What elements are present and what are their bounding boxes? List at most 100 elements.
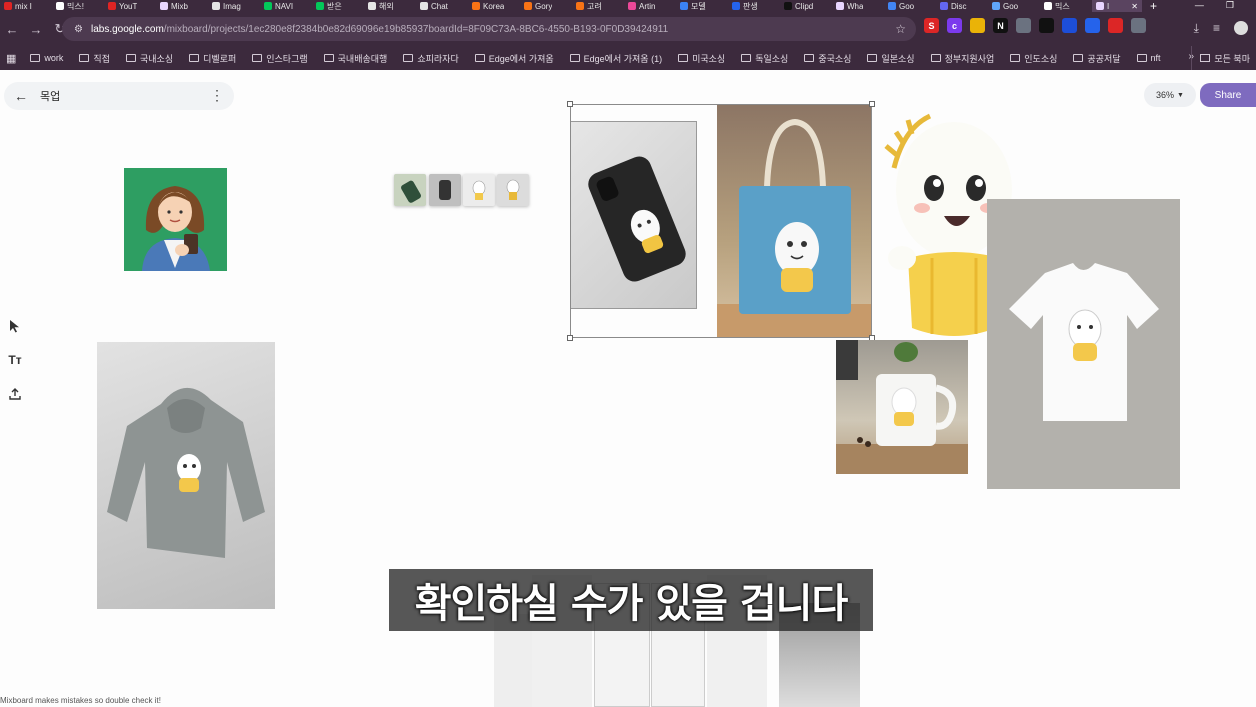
browser-tab[interactable]: Chat	[416, 0, 468, 12]
browser-tab[interactable]: 판생	[728, 0, 780, 12]
tab-favicon-icon	[784, 2, 792, 10]
back-arrow-icon[interactable]: ←	[0, 17, 24, 41]
extension-icon[interactable]	[1131, 18, 1146, 33]
browser-tab[interactable]: 해외	[364, 0, 416, 12]
download-icon[interactable]: ⤓	[1194, 21, 1199, 36]
forward-arrow-icon[interactable]: →	[24, 17, 48, 41]
restore-icon[interactable]: ❐	[1226, 0, 1234, 12]
folder-icon	[403, 54, 414, 62]
bookmark-label: 인도소싱	[1024, 53, 1058, 64]
site-info-icon[interactable]: ⚙	[74, 24, 83, 35]
bookmark-folder[interactable]: 인스타그램	[244, 52, 315, 65]
bookmark-folder[interactable]: Edge에서 가져옴 (1)	[562, 52, 670, 65]
browser-tab[interactable]: 믹스	[1040, 0, 1092, 12]
bookmark-folder[interactable]: 중국소싱	[796, 52, 859, 65]
browser-tab[interactable]: 믹스!	[52, 0, 104, 12]
bookmark-folder[interactable]: 독일소싱	[733, 52, 796, 65]
tab-title: Korea	[483, 1, 505, 11]
extension-icon[interactable]: S	[924, 18, 939, 33]
browser-tab[interactable]: 모델	[676, 0, 728, 12]
extension-icon[interactable]	[1039, 18, 1054, 33]
bookmark-folder[interactable]: 디벨로퍼	[181, 52, 244, 65]
zoom-control[interactable]: 36% ▼	[1144, 83, 1196, 107]
folder-icon	[1136, 54, 1147, 62]
bookmarks-bar: ▦ work 직접 국내소싱 디벨로퍼 인스타그램 국내배송대행 쇼피라자다 Edge에서 가…	[0, 46, 1256, 70]
browser-toolbar: ← → ↻ ⚙ labs.google.com/mixboard/project…	[0, 12, 1256, 46]
bookmark-folder[interactable]: nft	[1129, 52, 1169, 65]
thumbnail-phone-case[interactable]	[394, 174, 426, 206]
extension-icon[interactable]: N	[993, 18, 1008, 33]
tab-title: Gory	[535, 1, 553, 11]
tab-favicon-icon	[992, 2, 1000, 10]
close-tab-icon[interactable]: ✕	[1131, 2, 1138, 11]
bookmark-folder[interactable]: 직접	[71, 52, 118, 65]
resize-handle[interactable]	[869, 101, 875, 107]
new-tab-button[interactable]: +	[1142, 0, 1165, 12]
browser-tab[interactable]: Clipd	[780, 0, 832, 12]
extension-icon[interactable]: c	[947, 18, 962, 33]
project-title[interactable]: 목업	[40, 88, 60, 104]
thumbnail-character-2[interactable]	[497, 174, 529, 206]
browser-tab[interactable]: Imag	[208, 0, 260, 12]
all-bookmarks-button[interactable]: 모든 북마	[1191, 46, 1256, 70]
bookmark-folder[interactable]: 쇼피라자다	[395, 52, 466, 65]
cursor-icon[interactable]	[5, 316, 25, 336]
tab-title: Disc	[951, 1, 967, 11]
reading-list-icon[interactable]: ≡	[1213, 21, 1220, 36]
browser-right-controls: ⤓ ≡	[1194, 21, 1248, 36]
extension-icon[interactable]	[1108, 18, 1123, 33]
bookmark-folder[interactable]: 국내소싱	[118, 52, 181, 65]
thumbnail-phone-case-2[interactable]	[429, 174, 461, 206]
bookmark-folder[interactable]: 미국소싱	[670, 52, 733, 65]
browser-tab[interactable]: 고려	[572, 0, 624, 12]
browser-tab[interactable]: Korea	[468, 0, 520, 12]
bookmark-folder[interactable]: Edge에서 가져옴	[467, 52, 562, 65]
upload-icon[interactable]	[5, 384, 25, 404]
share-button[interactable]: Share	[1200, 83, 1256, 107]
browser-tab[interactable]: 받은	[312, 0, 364, 12]
browser-tab[interactable]: YouT	[104, 0, 156, 12]
browser-tab[interactable]: Goo	[988, 0, 1040, 12]
profile-avatar[interactable]	[1234, 21, 1248, 35]
bookmark-label: Edge에서 가져옴	[488, 53, 554, 64]
browser-tab[interactable]: Wha	[832, 0, 884, 12]
extension-icon[interactable]	[970, 18, 985, 33]
folder-icon	[474, 54, 485, 62]
bookmark-folder[interactable]: 정부지원사업	[923, 52, 1003, 65]
thumbnail-character[interactable]	[463, 174, 495, 206]
browser-tab[interactable]: Mixb	[156, 0, 208, 12]
tab-title: Wha	[847, 1, 864, 11]
browser-tab[interactable]: mix I	[0, 0, 52, 12]
minimize-icon[interactable]: —	[1195, 0, 1204, 12]
resize-handle[interactable]	[567, 101, 573, 107]
browser-tab[interactable]: Disc	[936, 0, 988, 12]
extension-icon[interactable]	[1085, 18, 1100, 33]
mug-mockup-image[interactable]	[836, 340, 968, 474]
browser-tab[interactable]: I ✕	[1092, 0, 1142, 12]
woman-illustration-image[interactable]	[124, 168, 227, 271]
browser-tab[interactable]: Gory	[520, 0, 572, 12]
back-arrow-icon[interactable]: ←	[10, 88, 32, 104]
bookmark-folder[interactable]: 공공저달	[1065, 52, 1128, 65]
more-vert-icon[interactable]: ⋮	[210, 87, 224, 104]
browser-tab[interactable]: NAVI	[260, 0, 312, 12]
tab-favicon-icon	[576, 2, 584, 10]
resize-handle[interactable]	[567, 335, 573, 341]
text-tool-icon[interactable]: Tт	[5, 350, 25, 370]
bookmark-folder[interactable]: 일본소싱	[859, 52, 922, 65]
browser-tab[interactable]: Artin	[624, 0, 676, 12]
address-bar[interactable]: ⚙ labs.google.com/mixboard/projects/1ec2…	[62, 17, 916, 41]
folder-icon	[867, 54, 878, 62]
browser-tab-strip: mix I 믹스! YouT Mixb Imag NAVI 받은 해외 Chat Korea Gor…	[0, 0, 1256, 12]
extension-icon[interactable]	[1016, 18, 1031, 33]
bookmark-folder[interactable]: 국내배송대행	[316, 52, 396, 65]
extension-icon[interactable]	[1062, 18, 1077, 33]
bookmark-star-icon[interactable]: ☆	[895, 22, 906, 36]
apps-grid-icon[interactable]: ▦	[6, 52, 22, 65]
browser-tab[interactable]: Goo	[884, 0, 936, 12]
tab-title: Chat	[431, 1, 448, 11]
bookmark-folder[interactable]: 인도소싱	[1002, 52, 1065, 65]
tshirt-mockup-image[interactable]	[987, 199, 1180, 489]
bookmark-folder[interactable]: work	[22, 52, 71, 65]
hoodie-mockup-image[interactable]	[97, 342, 275, 609]
